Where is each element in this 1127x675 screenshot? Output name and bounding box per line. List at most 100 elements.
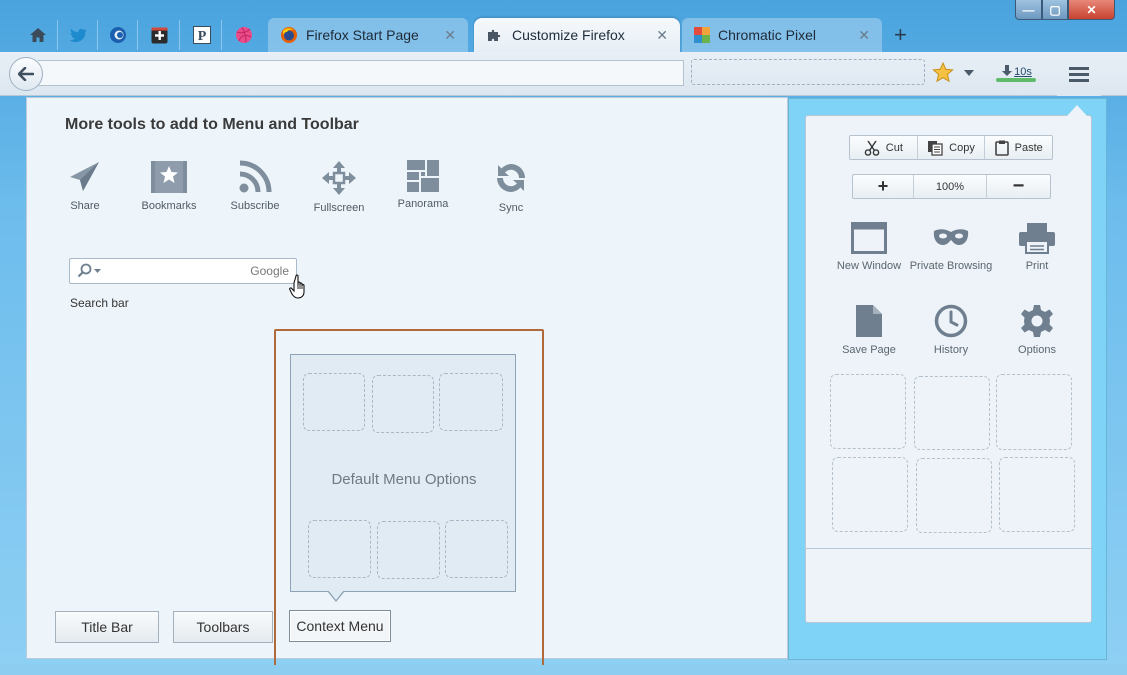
navigation-toolbar: 10s bbox=[0, 52, 1127, 96]
puzzle-icon bbox=[488, 29, 501, 41]
search-bar-widget[interactable]: Google bbox=[69, 258, 297, 284]
tool-label: Share bbox=[70, 200, 100, 212]
pinned-tab-twitter[interactable] bbox=[58, 20, 98, 50]
panel-arrow bbox=[1067, 105, 1087, 116]
tab-chromatic-pixel[interactable]: Chromatic Pixel ✕ bbox=[682, 18, 882, 52]
empty-panel-slot bbox=[830, 374, 906, 449]
new-window-icon bbox=[851, 222, 887, 254]
pinned-tab-pinterest[interactable]: P bbox=[182, 20, 222, 50]
pinned-tab-home[interactable] bbox=[18, 20, 58, 50]
pinned-tab-thunderbird[interactable] bbox=[98, 20, 138, 50]
private-browsing-button[interactable]: Private Browsing bbox=[906, 222, 996, 272]
edit-controls: Cut Copy Paste bbox=[849, 135, 1053, 160]
context-menu-button[interactable]: Context Menu bbox=[289, 610, 391, 642]
bookmarks-icon bbox=[151, 161, 187, 193]
copy-icon bbox=[928, 140, 943, 156]
tool-fullscreen[interactable]: Fullscreen bbox=[297, 160, 381, 214]
tab-label: Chromatic Pixel bbox=[718, 27, 817, 43]
cut-label: Cut bbox=[885, 141, 903, 154]
twitter-icon bbox=[69, 28, 86, 42]
search-bar-label: Search bar bbox=[70, 296, 129, 310]
empty-panel-slot bbox=[916, 458, 992, 533]
menu-slot bbox=[303, 373, 365, 431]
new-window-button[interactable]: New Window bbox=[824, 222, 914, 272]
dribbble-icon bbox=[236, 27, 252, 43]
history-clock-icon bbox=[934, 304, 968, 338]
bookmark-star-button[interactable] bbox=[931, 61, 955, 83]
scissors-icon bbox=[864, 140, 880, 156]
google-plus-icon bbox=[151, 27, 168, 43]
back-button[interactable] bbox=[9, 57, 43, 91]
panel-item-label: Options bbox=[1018, 344, 1056, 356]
tab-close-icon[interactable]: ✕ bbox=[656, 27, 668, 44]
panel-item-label: Print bbox=[1025, 260, 1049, 272]
hamburger-menu-icon bbox=[1069, 67, 1089, 82]
tab-label: Customize Firefox bbox=[512, 27, 625, 43]
toolbars-button[interactable]: Toolbars bbox=[173, 611, 273, 643]
tab-strip: P Firefox Start Page ✕ Customize Firefox… bbox=[0, 14, 1127, 52]
tab-firefox-start-page[interactable]: Firefox Start Page ✕ bbox=[268, 18, 468, 52]
menu-slot bbox=[308, 520, 371, 578]
context-menu-preview: Default Menu Options bbox=[290, 354, 516, 602]
chromatic-pixel-icon bbox=[694, 27, 710, 43]
search-engine-dropdown[interactable] bbox=[76, 263, 106, 284]
zoom-in-button[interactable]: + bbox=[853, 175, 914, 198]
tool-sync[interactable]: Sync bbox=[469, 160, 553, 214]
tab-close-icon[interactable]: ✕ bbox=[858, 27, 870, 44]
bookmarks-menu-dropdown[interactable] bbox=[960, 64, 978, 82]
pinterest-icon: P bbox=[192, 26, 211, 44]
menu-slot bbox=[445, 520, 508, 578]
search-icon bbox=[77, 263, 101, 278]
private-browsing-mask-icon bbox=[933, 229, 969, 245]
title-bar-button[interactable]: Title Bar bbox=[55, 611, 159, 643]
tool-share[interactable]: Share bbox=[43, 160, 127, 212]
url-bar[interactable] bbox=[38, 60, 684, 86]
svg-text:P: P bbox=[197, 29, 206, 44]
copy-label: Copy bbox=[949, 141, 975, 154]
window-bottom-border bbox=[0, 665, 1127, 675]
save-page-button[interactable]: Save Page bbox=[824, 304, 914, 356]
tab-customize-firefox[interactable]: Customize Firefox ✕ bbox=[474, 18, 680, 52]
copy-button[interactable]: Copy bbox=[918, 136, 986, 159]
menu-slot bbox=[377, 521, 440, 579]
menu-slot bbox=[372, 375, 434, 433]
tab-close-icon[interactable]: ✕ bbox=[444, 27, 456, 44]
empty-panel-slot bbox=[832, 457, 908, 532]
back-arrow-icon bbox=[18, 67, 34, 81]
panel-item-label: New Window bbox=[836, 260, 902, 272]
thunderbird-icon bbox=[109, 27, 126, 43]
zoom-reset-button[interactable]: 100% bbox=[914, 175, 987, 198]
history-button[interactable]: History bbox=[906, 304, 996, 356]
download-progress-bar bbox=[996, 78, 1036, 82]
panel-footer-divider bbox=[806, 548, 1091, 549]
tab-label: Firefox Start Page bbox=[306, 27, 419, 43]
save-page-icon bbox=[856, 305, 882, 337]
paste-button[interactable]: Paste bbox=[985, 136, 1052, 159]
menu-slot bbox=[439, 373, 503, 431]
panel-item-label: Save Page bbox=[842, 344, 896, 356]
tool-subscribe[interactable]: Subscribe bbox=[213, 160, 297, 212]
share-icon bbox=[70, 162, 99, 191]
sync-icon bbox=[497, 164, 525, 192]
zoom-out-button[interactable]: − bbox=[987, 175, 1050, 198]
pinned-tab-dribbble[interactable] bbox=[224, 20, 264, 50]
pinned-tab-google-plus[interactable] bbox=[140, 20, 180, 50]
download-time-remaining: 10s bbox=[1014, 66, 1032, 78]
printer-icon bbox=[1019, 223, 1055, 254]
empty-panel-slot bbox=[996, 374, 1072, 450]
options-button[interactable]: Options bbox=[992, 304, 1082, 356]
print-button[interactable]: Print bbox=[992, 222, 1082, 272]
tool-bookmarks[interactable]: Bookmarks bbox=[127, 160, 211, 212]
tool-label: Fullscreen bbox=[313, 202, 365, 214]
new-tab-button[interactable]: + bbox=[894, 22, 907, 48]
empty-panel-slot bbox=[999, 457, 1075, 532]
rss-icon bbox=[239, 160, 272, 193]
main-menu-button[interactable] bbox=[1057, 52, 1101, 96]
empty-panel-slot bbox=[914, 376, 990, 450]
tool-panorama[interactable]: Panorama bbox=[381, 160, 465, 210]
cut-button[interactable]: Cut bbox=[850, 136, 918, 159]
chevron-down-icon bbox=[964, 70, 974, 76]
zoom-controls: + 100% − bbox=[852, 174, 1051, 199]
clipboard-paste-icon bbox=[994, 140, 1009, 156]
panel-item-label: Private Browsing bbox=[909, 260, 993, 272]
